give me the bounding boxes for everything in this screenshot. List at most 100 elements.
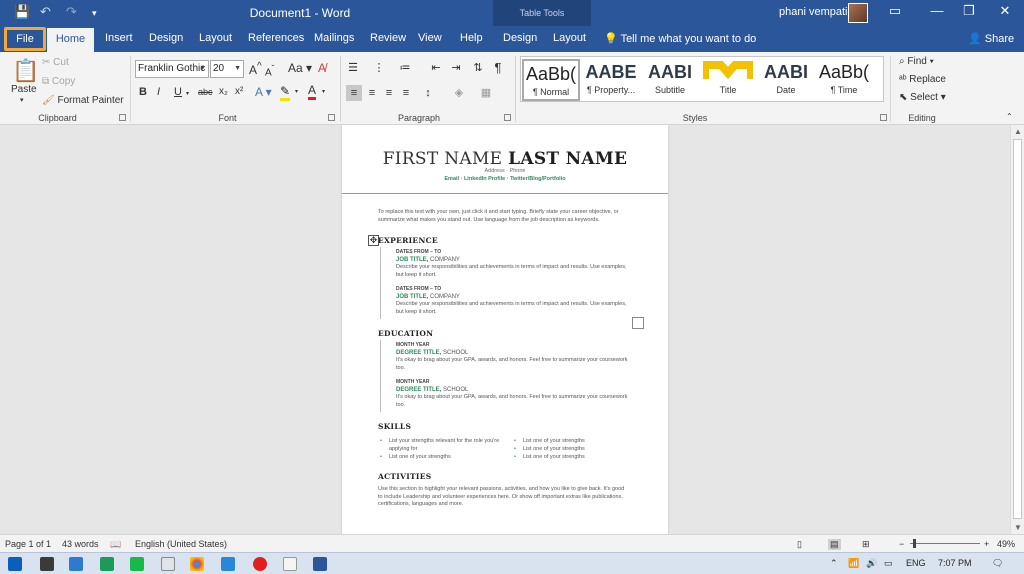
font-launcher-icon[interactable]	[328, 114, 335, 121]
underline-button[interactable]: U	[174, 86, 182, 98]
clipboard-launcher-icon[interactable]	[119, 114, 126, 121]
avatar[interactable]	[848, 3, 868, 23]
opera-icon[interactable]	[253, 557, 267, 571]
list-item[interactable]: List your strengths relevant for the rol…	[380, 437, 505, 453]
app-icon[interactable]	[161, 557, 175, 571]
shrink-font-button[interactable]: Aˇ	[265, 63, 274, 78]
numbering-icon[interactable]: ⋮	[371, 60, 387, 76]
bullets-icon[interactable]: ☰	[345, 60, 361, 76]
task-view-icon[interactable]	[40, 557, 54, 571]
list-item[interactable]: List one of your strengths	[514, 445, 634, 453]
education-entry[interactable]: MONTH YEAR DEGREE TITLE, SCHOOL It's oka…	[396, 342, 628, 372]
find-button[interactable]: ⌕ Find ▾	[899, 56, 934, 67]
highlight-dropdown-icon[interactable]: ▾	[295, 88, 298, 95]
paragraph-launcher-icon[interactable]	[504, 114, 511, 121]
print-layout-icon[interactable]: ▤	[828, 539, 841, 550]
tab-file[interactable]: File	[4, 27, 46, 51]
align-left-icon[interactable]: ≡	[346, 85, 362, 101]
store-icon[interactable]	[100, 557, 114, 571]
tab-references[interactable]: References	[248, 32, 304, 44]
line-spacing-icon[interactable]: ↕	[420, 85, 436, 101]
tell-me-search[interactable]: 💡 Tell me what you want to do	[604, 32, 756, 45]
tab-insert[interactable]: Insert	[105, 32, 133, 44]
tab-layout[interactable]: Layout	[199, 32, 232, 44]
battery-icon[interactable]: ▭	[884, 558, 893, 569]
style-property[interactable]: AABE ¶ Property...	[582, 59, 640, 101]
style-title[interactable]: Title	[699, 59, 757, 101]
notifications-icon[interactable]: 🗨	[992, 558, 1003, 569]
zoom-level[interactable]: 49%	[997, 539, 1015, 549]
clock[interactable]: 7:07 PM	[938, 558, 972, 568]
scroll-up-icon[interactable]: ▲	[1011, 127, 1024, 136]
text-effects-icon[interactable]: A ▾	[255, 85, 272, 99]
show-formatting-button[interactable]: ¶	[490, 60, 506, 76]
tab-design[interactable]: Design	[149, 32, 183, 44]
vertical-scrollbar[interactable]: ▲ ▼	[1010, 125, 1024, 534]
tab-help[interactable]: Help	[460, 32, 483, 44]
tab-table-layout[interactable]: Layout	[553, 32, 586, 44]
highlight-icon[interactable]: ✎	[280, 84, 291, 101]
bold-button[interactable]: B	[139, 86, 147, 98]
proofing-icon[interactable]: 📖	[110, 539, 121, 550]
scroll-thumb[interactable]	[1013, 139, 1022, 519]
notepad-icon[interactable]	[283, 557, 297, 571]
education-heading[interactable]: EDUCATION	[378, 329, 433, 338]
mail-icon[interactable]	[69, 557, 83, 571]
word-count[interactable]: 43 words	[62, 539, 99, 549]
font-name-select[interactable]: Franklin Gothic ▼	[135, 60, 209, 78]
objective-text[interactable]: To replace this text with your own, just…	[378, 209, 628, 224]
tab-table-design[interactable]: Design	[503, 32, 537, 44]
list-item[interactable]: List one of your strengths	[514, 437, 634, 445]
close-button[interactable]: ✕	[990, 3, 1020, 19]
strikethrough-button[interactable]: abc	[198, 87, 213, 97]
style-normal[interactable]: AaBb( ¶ Normal	[522, 59, 580, 101]
chrome-icon[interactable]	[190, 557, 204, 571]
share-button[interactable]: 👤 Share	[968, 32, 1014, 45]
paste-button[interactable]: Paste	[11, 84, 37, 95]
tab-mailings[interactable]: Mailings	[314, 32, 354, 44]
align-center-icon[interactable]: ≡	[364, 85, 380, 101]
cut-button[interactable]: ✂ Cut	[42, 57, 69, 68]
contact-links[interactable]: Email · LinkedIn Profile · Twitter/Blog/…	[342, 176, 668, 182]
zoom-slider[interactable]	[910, 543, 980, 544]
volume-icon[interactable]: 🔊	[866, 558, 877, 569]
skills-list-left[interactable]: List your strengths relevant for the rol…	[380, 437, 505, 461]
grow-font-button[interactable]: A^	[249, 61, 262, 77]
decrease-indent-icon[interactable]: ⇤	[428, 60, 444, 76]
multilevel-list-icon[interactable]: ≔	[397, 60, 413, 76]
wifi-icon[interactable]: 📶	[848, 558, 859, 569]
contact-address[interactable]: Address · Phone	[342, 168, 668, 174]
style-date[interactable]: AABI Date	[757, 59, 815, 101]
skills-heading[interactable]: SKILLS	[378, 422, 411, 431]
input-language[interactable]: ENG	[906, 558, 926, 568]
start-icon[interactable]	[8, 557, 22, 571]
zoom-slider-thumb[interactable]	[913, 539, 916, 548]
select-button[interactable]: ⬉ Select ▾	[899, 92, 946, 103]
user-name[interactable]: phani vempati	[779, 6, 848, 18]
align-right-icon[interactable]: ≡	[381, 85, 397, 101]
read-mode-icon[interactable]: ▯	[797, 539, 802, 550]
paste-dropdown-icon[interactable]: ▾	[20, 96, 24, 104]
word-taskbar-icon[interactable]	[313, 557, 327, 571]
paste-icon[interactable]: 📋	[12, 58, 39, 84]
first-name[interactable]: FIRST NAME	[383, 149, 503, 169]
zoom-in-button[interactable]: +	[984, 539, 989, 549]
resume-name[interactable]: FIRST NAME LAST NAME	[342, 149, 668, 169]
minimize-button[interactable]: —	[922, 3, 952, 18]
experience-entry[interactable]: DATES FROM – TO JOB TITLE, COMPANY Descr…	[396, 249, 628, 279]
styles-launcher-icon[interactable]	[880, 114, 887, 121]
increase-indent-icon[interactable]: ⇥	[448, 60, 464, 76]
tray-chevron-icon[interactable]: ⌃	[830, 558, 838, 569]
language-status[interactable]: English (United States)	[135, 539, 227, 549]
copy-button[interactable]: ⧉ Copy	[42, 76, 75, 87]
format-painter-button[interactable]: 🖌 Format Painter	[42, 95, 124, 106]
subscript-button[interactable]: x₂	[219, 86, 228, 97]
web-layout-icon[interactable]: ⊞	[862, 539, 870, 550]
tab-review[interactable]: Review	[370, 32, 406, 44]
style-time[interactable]: AaBb( ¶ Time	[815, 59, 873, 101]
scroll-down-icon[interactable]: ▼	[1011, 523, 1024, 532]
replace-button[interactable]: ᵃᵇ Replace	[899, 74, 946, 85]
sort-icon[interactable]: ⇅	[470, 60, 486, 76]
experience-heading[interactable]: EXPERIENCE	[378, 236, 438, 245]
activities-heading[interactable]: ACTIVITIES	[378, 472, 431, 481]
